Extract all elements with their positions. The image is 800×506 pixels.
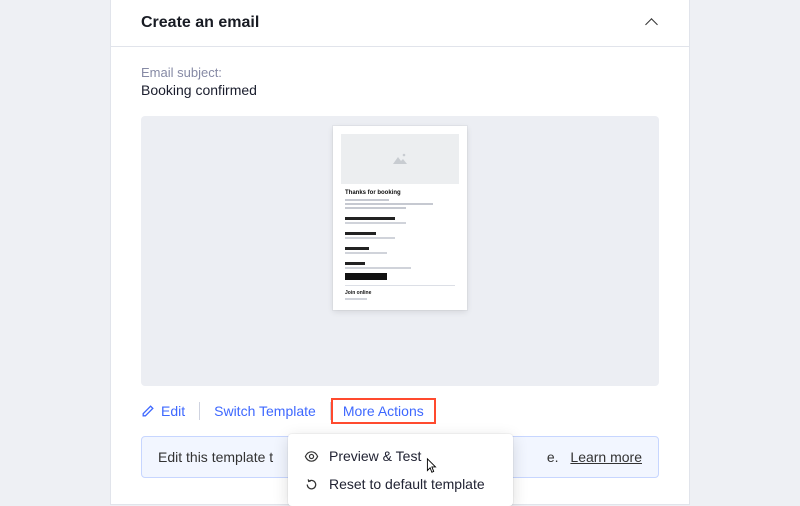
thumbnail-hero-image	[341, 134, 459, 184]
edit-button[interactable]: Edit	[141, 401, 199, 421]
pencil-icon	[141, 404, 155, 418]
chevron-up-icon	[645, 16, 659, 30]
reset-icon	[304, 477, 319, 492]
thumbnail-body: Thanks for booking	[333, 190, 467, 300]
edit-label: Edit	[161, 403, 185, 419]
more-actions-dropdown: Preview & Test Reset to default template	[288, 434, 513, 506]
switch-template-label: Switch Template	[214, 403, 316, 419]
email-thumbnail[interactable]: Thanks for booking	[333, 126, 467, 310]
hint-text-start: Edit this template t	[158, 449, 273, 465]
template-actions-row: Edit Switch Template More Actions	[141, 386, 659, 436]
eye-icon	[304, 449, 319, 464]
more-actions-label: More Actions	[343, 403, 424, 419]
email-subject-label: Email subject:	[141, 65, 659, 80]
reset-template-label: Reset to default template	[329, 476, 485, 492]
hint-text-tail: e.	[547, 449, 559, 465]
reset-template-item[interactable]: Reset to default template	[288, 470, 513, 498]
cursor-pointer-icon	[422, 457, 440, 475]
create-email-card: Create an email Email subject: Booking c…	[110, 0, 690, 505]
email-preview-pane: Thanks for booking	[141, 116, 659, 386]
email-subject-value: Booking confirmed	[141, 82, 659, 98]
more-actions-button[interactable]: More Actions	[331, 398, 436, 424]
preview-and-test-label: Preview & Test	[329, 448, 421, 464]
thumbnail-cta-button	[345, 273, 387, 280]
preview-and-test-item[interactable]: Preview & Test	[288, 442, 513, 470]
learn-more-link[interactable]: Learn more	[570, 449, 642, 465]
image-placeholder-icon	[391, 152, 409, 166]
thumbnail-heading: Thanks for booking	[345, 190, 455, 196]
section-title: Create an email	[141, 14, 259, 32]
section-header[interactable]: Create an email	[111, 0, 689, 47]
switch-template-button[interactable]: Switch Template	[200, 401, 330, 421]
